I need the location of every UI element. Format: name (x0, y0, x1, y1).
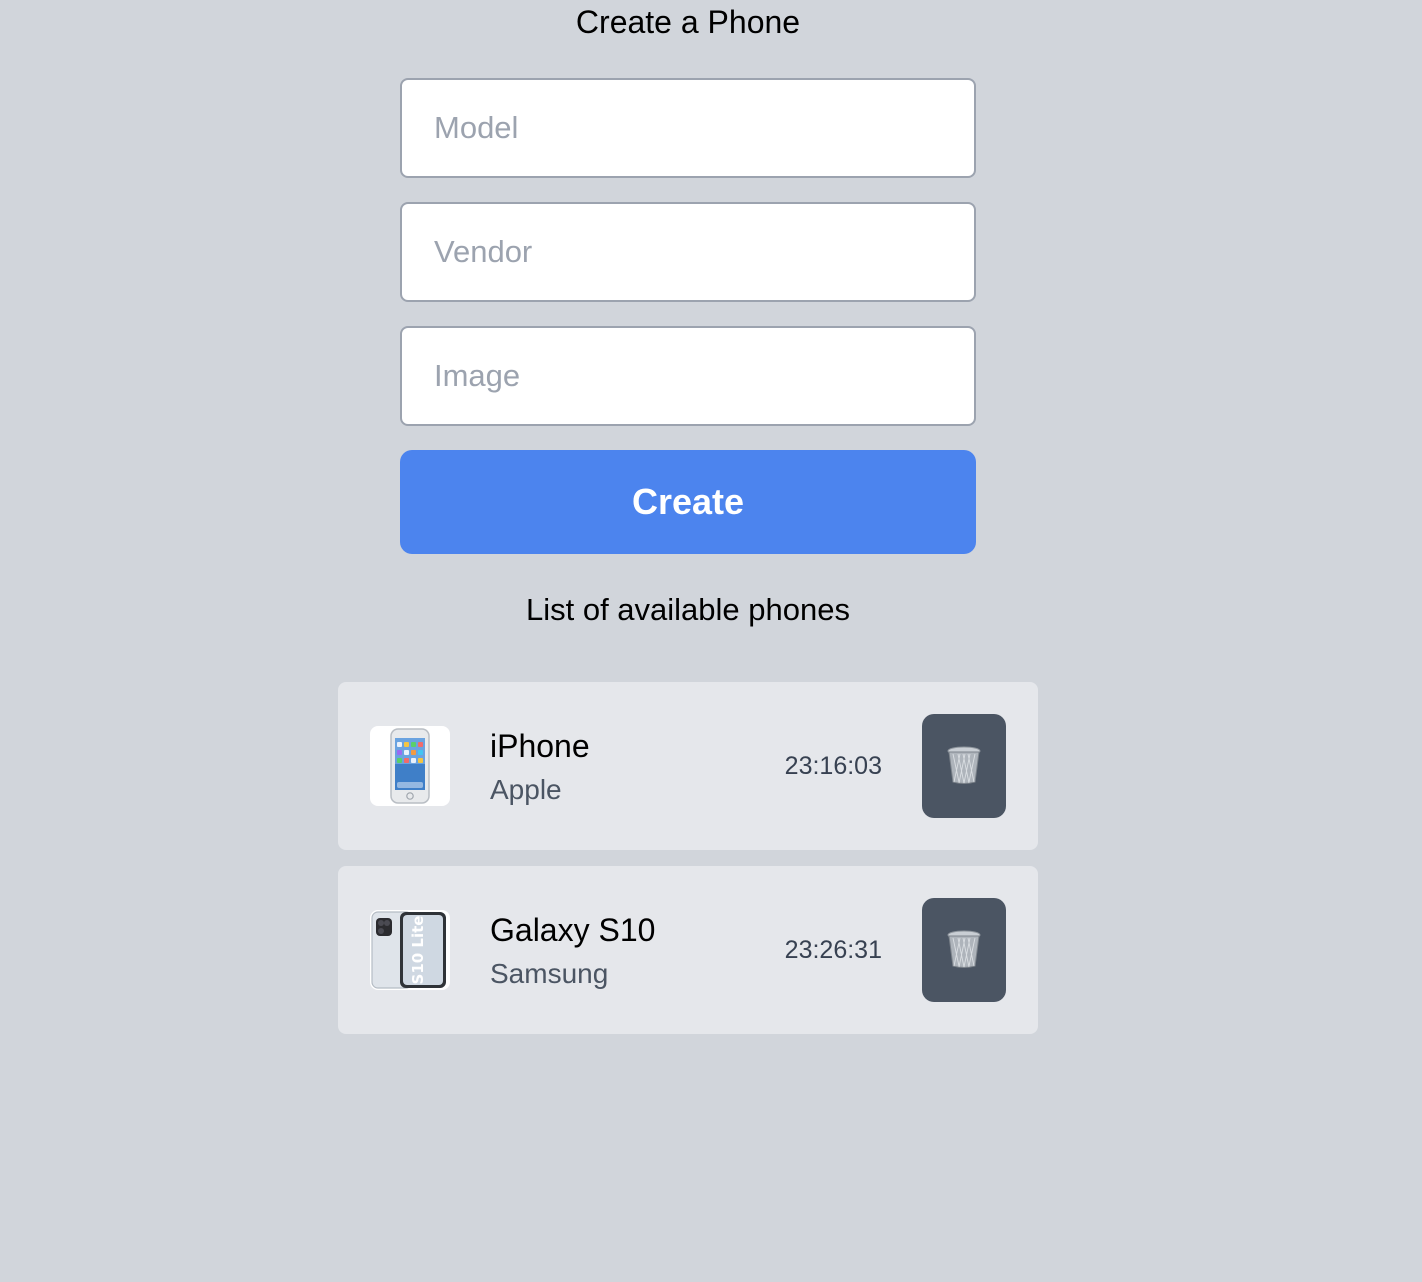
phone-vendor: Samsung (490, 958, 609, 989)
phone-vendor: Apple (490, 774, 562, 805)
svg-text:S10 Lite: S10 Lite (409, 916, 427, 985)
phone-timestamp: 23:16:03 (784, 752, 882, 780)
phone-card: iPhone Apple 23:16:03 (338, 682, 1038, 850)
vendor-input[interactable] (400, 202, 976, 302)
create-phone-page: Create a Phone Create List of available … (0, 0, 1422, 1282)
list-title: List of available phones (525, 592, 850, 627)
phone-model: iPhone (490, 728, 590, 764)
trash-icon (946, 929, 982, 972)
phone-model: Galaxy S10 (490, 912, 656, 948)
form-title: Create a Phone (575, 4, 801, 40)
trash-icon (946, 745, 982, 788)
iphone-image (370, 726, 450, 806)
create-button[interactable]: Create (400, 450, 976, 554)
delete-button[interactable] (922, 898, 1006, 1002)
delete-button[interactable] (922, 714, 1006, 818)
galaxy-s10-lite-image: S10 Lite (370, 910, 450, 990)
model-input[interactable] (400, 78, 976, 178)
phone-timestamp: 23:26:31 (784, 936, 882, 964)
phone-card: S10 Lite Galaxy S10 Samsung 23:26:31 (338, 866, 1038, 1034)
image-input[interactable] (400, 326, 976, 426)
